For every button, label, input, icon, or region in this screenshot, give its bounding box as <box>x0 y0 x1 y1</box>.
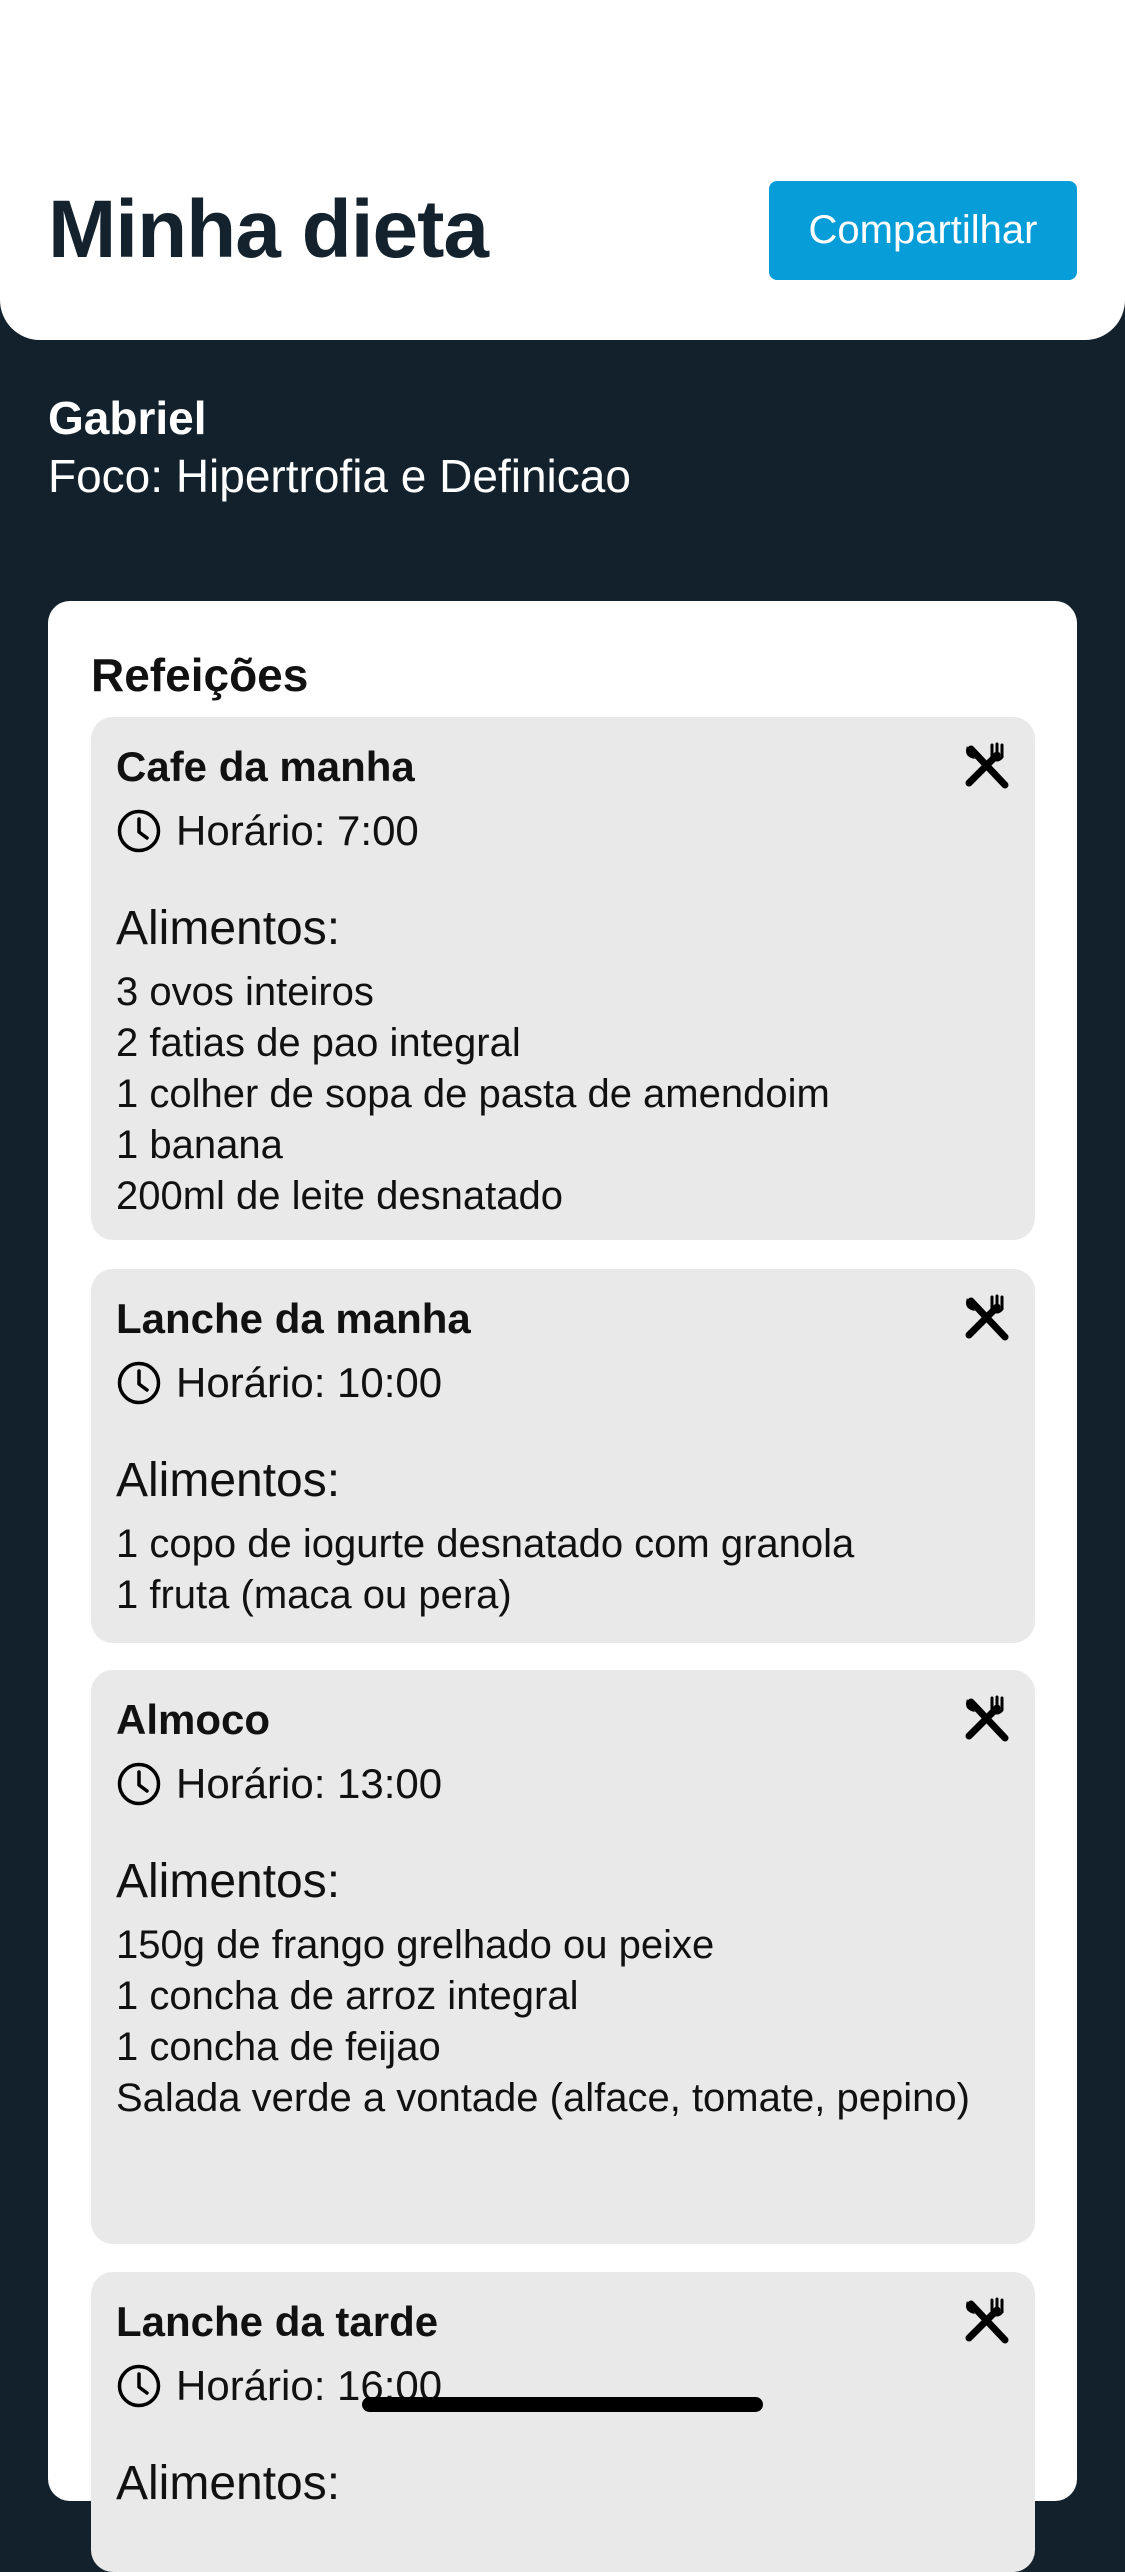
foods-heading: Alimentos: <box>116 1855 341 1908</box>
utensils-crossed-icon[interactable] <box>961 741 1011 791</box>
meal-name: Lanche da manha <box>116 1295 471 1342</box>
meals-panel: Refeições Cafe da manha Horário: 7:00 Al… <box>48 601 1077 2572</box>
food-item: 3 ovos inteiros <box>116 970 374 1014</box>
utensils-crossed-icon[interactable] <box>961 1293 1011 1343</box>
foods-heading: Alimentos: <box>116 2457 341 2510</box>
user-name: Gabriel <box>48 392 207 444</box>
meal-card-lanche-da-tarde[interactable]: Lanche da tarde Horário: 16:00 Alimentos… <box>91 2272 1035 2572</box>
food-item: 1 concha de arroz integral <box>116 1974 579 2018</box>
food-item: 1 banana <box>116 1123 283 1167</box>
food-item: 2 fatias de pao integral <box>116 1021 521 1065</box>
food-item: Salada verde a vontade (alface, tomate, … <box>116 2076 970 2120</box>
meal-time: Horário: 7:00 <box>116 803 419 859</box>
food-item: 1 colher de sopa de pasta de amendoim <box>116 1072 830 1116</box>
meal-time-label: Horário: 13:00 <box>176 1760 443 1807</box>
header: Minha dieta Compartilhar <box>0 0 1125 340</box>
clock-icon <box>117 1361 161 1405</box>
meal-time: Horário: 13:00 <box>116 1756 442 1812</box>
food-item: 150g de frango grelhado ou peixe <box>116 1923 715 1967</box>
meal-card-cafe-da-manha[interactable]: Cafe da manha Horário: 7:00 Alimentos: 3… <box>91 717 1035 1240</box>
utensils-crossed-icon[interactable] <box>961 1694 1011 1744</box>
meal-time-label: Horário: 10:00 <box>176 1359 443 1406</box>
foods-heading: Alimentos: <box>116 1454 341 1507</box>
meal-time: Horário: 10:00 <box>116 1355 442 1411</box>
clock-icon <box>117 809 161 853</box>
user-focus: Foco: Hipertrofia e Definicao <box>48 450 631 502</box>
clock-icon <box>117 1762 161 1806</box>
home-indicator[interactable] <box>362 2397 763 2412</box>
meal-card-almoco[interactable]: Almoco Horário: 13:00 Alimentos: 150g de… <box>91 1670 1035 2244</box>
utensils-crossed-icon[interactable] <box>961 2296 1011 2346</box>
food-item: 1 fruta (maca ou pera) <box>116 1573 512 1617</box>
share-button[interactable]: Compartilhar <box>769 181 1077 280</box>
meal-name: Almoco <box>116 1696 271 1743</box>
meal-name: Cafe da manha <box>116 743 415 790</box>
food-item: 1 concha de feijao <box>116 2025 441 2069</box>
meals-title: Refeições <box>91 649 309 701</box>
foods-heading: Alimentos: <box>116 902 341 955</box>
meal-time-label: Horário: 7:00 <box>176 807 419 854</box>
meal-name: Lanche da tarde <box>116 2298 439 2345</box>
meal-card-lanche-da-manha[interactable]: Lanche da manha Horário: 10:00 Alimentos… <box>91 1269 1035 1643</box>
page-title: Minha dieta <box>48 184 489 275</box>
food-item: 1 copo de iogurte desnatado com granola <box>116 1522 855 1566</box>
foods-list: 150g de frango grelhado ou peixe 1 conch… <box>116 1920 996 2124</box>
foods-list: 1 copo de iogurte desnatado com granola … <box>116 1519 996 1621</box>
foods-list: 3 ovos inteiros 2 fatias de pao integral… <box>116 967 996 1222</box>
clock-icon <box>117 2364 161 2408</box>
food-item: 200ml de leite desnatado <box>116 1174 563 1218</box>
